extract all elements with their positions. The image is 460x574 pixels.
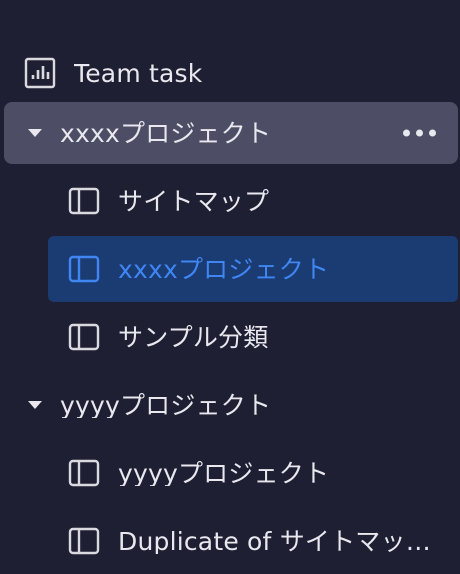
bar-chart-icon bbox=[24, 57, 56, 89]
panel-icon bbox=[68, 323, 100, 351]
sidebar-item-sample-category[interactable]: サンプル分類 bbox=[48, 304, 458, 370]
panel-icon bbox=[68, 255, 100, 283]
project-group-xxxx[interactable]: xxxxプロジェクト bbox=[4, 102, 458, 164]
sidebar-item-xxxx-project[interactable]: xxxxプロジェクト bbox=[48, 236, 458, 302]
panel-icon bbox=[68, 527, 100, 555]
sidebar-item-label: Duplicate of サイトマッ… bbox=[118, 528, 431, 554]
sidebar-item-yyyy-project[interactable]: yyyyプロジェクト bbox=[48, 440, 458, 506]
more-options-icon[interactable] bbox=[403, 129, 436, 137]
sidebar-item-sitemap[interactable]: サイトマップ bbox=[48, 168, 458, 234]
caret-down-icon[interactable] bbox=[26, 124, 44, 142]
project-group-yyyy[interactable]: yyyyプロジェクト bbox=[4, 374, 458, 436]
sidebar-item-label: yyyyプロジェクト bbox=[118, 460, 330, 486]
panel-icon bbox=[68, 187, 100, 215]
caret-down-icon[interactable] bbox=[26, 396, 44, 414]
panel-icon bbox=[68, 459, 100, 487]
sidebar-item-duplicate-sitemap[interactable]: Duplicate of サイトマッ… bbox=[48, 508, 458, 574]
sidebar-item-team-task[interactable]: Team task bbox=[24, 52, 444, 94]
sidebar-item-label: サイトマップ bbox=[118, 188, 270, 214]
group-label: xxxxプロジェクト bbox=[60, 120, 272, 146]
group-label: yyyyプロジェクト bbox=[60, 392, 272, 418]
sidebar-item-label: Team task bbox=[74, 60, 203, 86]
sidebar-item-label: サンプル分類 bbox=[118, 324, 269, 350]
sidebar-item-label: xxxxプロジェクト bbox=[118, 256, 330, 282]
